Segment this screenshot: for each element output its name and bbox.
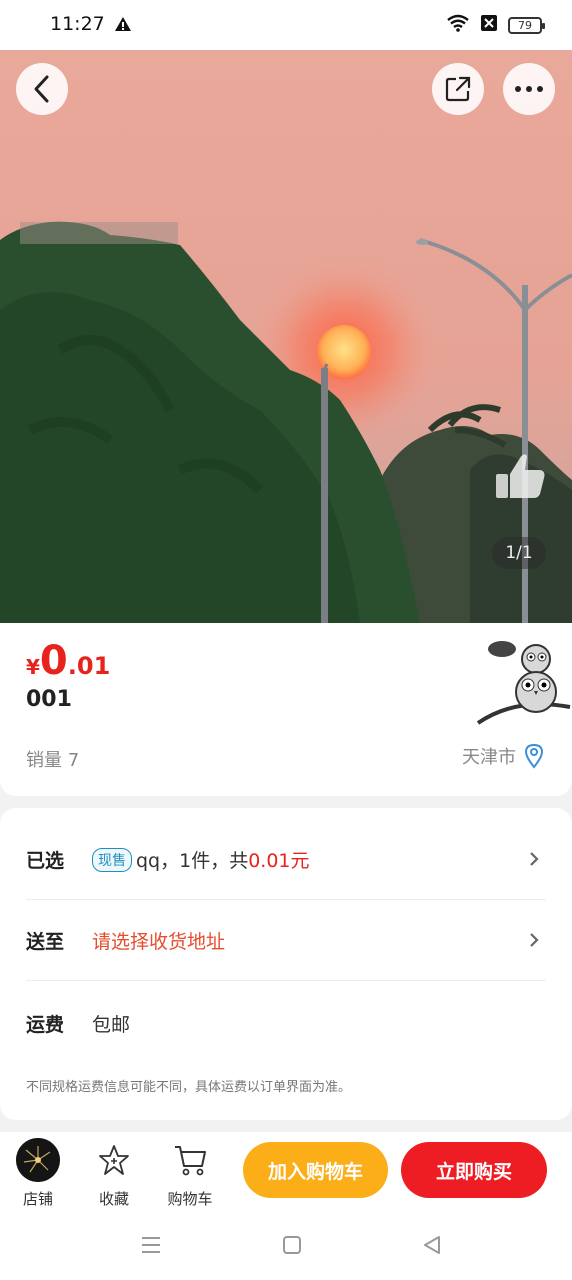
bottom-action-bar: 店铺 收藏 购物车 加入购物车 立即购买 xyxy=(0,1132,572,1214)
share-icon xyxy=(445,76,471,102)
currency-symbol: ¥ xyxy=(26,655,40,679)
ship-to-row[interactable]: 送至 请选择收货地址 xyxy=(26,901,546,981)
favorite-label: 收藏 xyxy=(98,1190,129,1208)
product-photo xyxy=(0,50,572,623)
freight-row: 运费 包邮 xyxy=(26,983,546,1063)
purchase-options-card: 已选 现售 qq，1件，共 0.01元 送至 请选择收货地址 运费 包邮 不同规… xyxy=(0,808,572,1120)
back-button[interactable] xyxy=(16,63,68,115)
cart-icon xyxy=(175,1146,206,1176)
ship-to-value: 请选择收货地址 xyxy=(92,931,226,953)
thumbs-up-icon[interactable] xyxy=(492,450,548,506)
store-avatar xyxy=(16,1138,60,1182)
selected-spec-text: qq，1件，共 xyxy=(136,850,249,872)
store-nav[interactable]: 店铺 xyxy=(8,1138,68,1209)
freight-value: 包邮 xyxy=(92,1013,131,1036)
in-stock-tag: 现售 xyxy=(92,847,132,872)
wifi-icon xyxy=(446,14,470,36)
more-button[interactable] xyxy=(503,63,555,115)
buy-now-button[interactable]: 立即购买 xyxy=(401,1142,547,1198)
status-time: 11:27 xyxy=(50,13,105,35)
more-dots-icon xyxy=(515,86,543,92)
chevron-right-icon xyxy=(530,933,539,947)
warning-icon xyxy=(114,16,132,36)
chevron-left-icon xyxy=(34,75,49,103)
cart-label: 购物车 xyxy=(167,1190,213,1208)
ship-to-label: 送至 xyxy=(26,931,65,953)
price-integer: 0 xyxy=(39,638,68,684)
price-card: ¥ 0 .01 001 销量 7 天津市 xyxy=(0,623,572,796)
selected-spec-row[interactable]: 已选 现售 qq，1件，共 0.01元 xyxy=(26,820,546,900)
store-label: 店铺 xyxy=(22,1190,53,1208)
selected-total: 0.01元 xyxy=(248,850,310,872)
no-sim-icon xyxy=(480,14,498,36)
battery-indicator: 79 xyxy=(508,16,545,34)
cart-nav[interactable]: 购物车 xyxy=(160,1138,220,1209)
add-to-cart-button[interactable]: 加入购物车 xyxy=(243,1142,388,1198)
home-icon[interactable] xyxy=(281,1234,303,1256)
share-button[interactable] xyxy=(432,63,484,115)
image-pager: 1/1 xyxy=(492,537,546,569)
chevron-right-icon xyxy=(530,852,539,866)
freight-label: 运费 xyxy=(26,1013,65,1036)
price-decimal: .01 xyxy=(67,652,111,680)
favorite-nav[interactable]: 收藏 xyxy=(84,1138,144,1209)
location[interactable]: 天津市 xyxy=(462,743,544,769)
system-nav-bar xyxy=(0,1214,572,1280)
back-triangle-icon[interactable] xyxy=(421,1234,443,1256)
location-pin-icon xyxy=(524,743,544,769)
product-title: 001 xyxy=(26,687,72,712)
selected-value: 现售 qq，1件，共 0.01元 xyxy=(92,846,310,873)
freight-note: 不同规格运费信息可能不同，具体运费以订单界面为准。 xyxy=(26,1080,352,1095)
status-bar: 11:27 79 xyxy=(0,0,572,50)
product-image-gallery[interactable]: 1/1 xyxy=(0,50,572,623)
star-icon xyxy=(99,1145,129,1175)
location-text: 天津市 xyxy=(462,747,516,768)
price: ¥ 0 .01 xyxy=(26,638,110,684)
selected-label: 已选 xyxy=(26,850,65,872)
menu-icon[interactable] xyxy=(140,1234,162,1256)
sales-count: 销量 7 xyxy=(26,750,80,771)
owl-mascot-icon[interactable] xyxy=(476,637,572,731)
